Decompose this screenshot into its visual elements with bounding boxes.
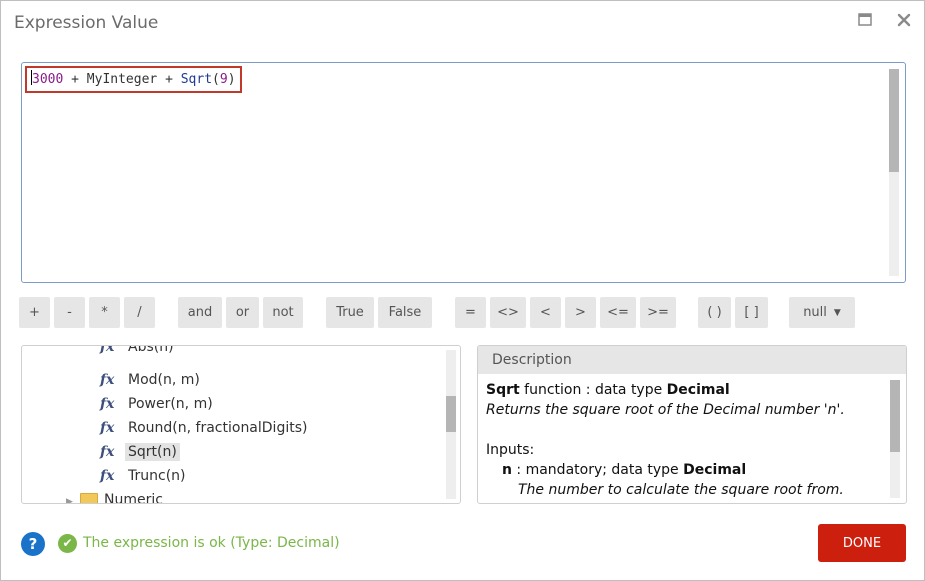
- tree-item-label: Power(n, m): [128, 396, 213, 412]
- function-icon: fx: [100, 420, 115, 436]
- tree-item-abs[interactable]: fx Abs(n): [100, 345, 177, 358]
- tree-item-sqrt[interactable]: fx Sqrt(n): [100, 441, 180, 463]
- signature-text: function : data type: [519, 382, 667, 398]
- op-and-button[interactable]: and: [178, 297, 222, 328]
- expr-token-operator: +: [63, 72, 87, 87]
- function-icon: fx: [100, 444, 115, 460]
- op-greater-button[interactable]: >: [565, 297, 596, 328]
- tree-scrollbar[interactable]: [446, 350, 456, 499]
- description-body: Sqrt function : data type Decimal Return…: [486, 380, 886, 500]
- op-brackets-button[interactable]: [ ]: [735, 297, 768, 328]
- description-inputs-label: Inputs:: [486, 442, 535, 458]
- tree-item-label: Abs(n): [128, 345, 174, 355]
- expr-token-operator: +: [157, 72, 181, 87]
- tree-scrollbar-thumb[interactable]: [446, 396, 456, 432]
- tree-item-label: Sqrt(n): [125, 443, 180, 461]
- operator-toolbar: + - * / and or not True False = <> < > <…: [1, 297, 925, 329]
- description-param-desc: The number to calculate the square root …: [486, 480, 886, 500]
- op-true-button[interactable]: True: [326, 297, 374, 328]
- function-icon: fx: [100, 396, 115, 412]
- null-dropdown[interactable]: null ▼: [789, 297, 855, 328]
- chevron-down-icon: ▼: [833, 308, 841, 318]
- description-param: n : mandatory; data type Decimal: [486, 460, 886, 480]
- op-greater-equal-button[interactable]: >=: [640, 297, 676, 328]
- expr-token-function: Sqrt: [180, 72, 213, 87]
- expr-token-number: 3000: [32, 72, 64, 87]
- op-not-button[interactable]: not: [263, 297, 303, 328]
- function-icon: fx: [100, 372, 115, 388]
- op-or-button[interactable]: or: [226, 297, 259, 328]
- function-tree: fx Abs(n) fx Mod(n, m) fx Power(n, m) fx Rou…: [21, 345, 461, 504]
- tree-item-round[interactable]: fx Round(n, fractionalDigits): [100, 417, 310, 439]
- editor-scrollbar[interactable]: [889, 69, 899, 276]
- expression-value-dialog: Expression Value 3000 + MyInteger + Sqrt…: [0, 0, 925, 581]
- function-name: Sqrt: [486, 382, 520, 398]
- function-type: Decimal: [666, 382, 730, 398]
- expression-text[interactable]: 3000 + MyInteger + Sqrt(9): [25, 66, 242, 93]
- op-false-button[interactable]: False: [378, 297, 432, 328]
- close-icon[interactable]: [895, 11, 913, 29]
- param-text: : mandatory; data type: [511, 462, 684, 478]
- check-circle-icon: ✔: [58, 534, 77, 553]
- tree-folder-label: Numeric: [104, 492, 163, 504]
- tree-folder-numeric[interactable]: ▶ Numeric: [66, 489, 163, 504]
- op-less-equal-button[interactable]: <=: [600, 297, 636, 328]
- status-message: The expression is ok (Type: Decimal): [83, 535, 340, 551]
- tree-item-label: Trunc(n): [128, 468, 186, 484]
- tree-item-trunc[interactable]: fx Trunc(n): [100, 465, 189, 487]
- description-signature: Sqrt function : data type Decimal: [486, 380, 886, 400]
- param-type: Decimal: [683, 462, 747, 478]
- op-multiply-button[interactable]: *: [89, 297, 120, 328]
- tree-item-mod[interactable]: fx Mod(n, m): [100, 369, 203, 391]
- function-icon: fx: [100, 468, 115, 484]
- op-less-button[interactable]: <: [530, 297, 561, 328]
- function-icon: fx: [100, 345, 115, 355]
- expr-token-paren: ): [227, 72, 236, 87]
- op-equal-button[interactable]: =: [455, 297, 486, 328]
- description-panel: Description Sqrt function : data type De…: [477, 345, 907, 504]
- tree-item-label: Mod(n, m): [128, 372, 200, 388]
- editor-scrollbar-thumb[interactable]: [889, 69, 899, 172]
- expr-token-paren: (: [212, 72, 220, 87]
- maximize-icon[interactable]: [856, 11, 874, 29]
- dialog-title: Expression Value: [14, 13, 159, 33]
- expand-arrow-icon[interactable]: ▶: [66, 491, 76, 503]
- description-header: Description: [478, 346, 906, 374]
- expr-token-number: 9: [219, 72, 228, 87]
- description-scrollbar-thumb[interactable]: [890, 380, 900, 452]
- expression-editor[interactable]: 3000 + MyInteger + Sqrt(9): [21, 62, 906, 283]
- tree-item-power[interactable]: fx Power(n, m): [100, 393, 216, 415]
- op-parentheses-button[interactable]: ( ): [698, 297, 731, 328]
- tree-item-label: Round(n, fractionalDigits): [128, 420, 308, 436]
- done-button[interactable]: DONE: [818, 524, 906, 562]
- folder-icon: [80, 493, 98, 503]
- description-summary: Returns the square root of the Decimal n…: [486, 400, 886, 420]
- null-dropdown-label: null: [803, 305, 827, 320]
- op-not-equal-button[interactable]: <>: [490, 297, 526, 328]
- param-name: n: [502, 462, 512, 478]
- op-divide-button[interactable]: /: [124, 297, 155, 328]
- description-scrollbar[interactable]: [890, 380, 900, 498]
- op-plus-button[interactable]: +: [19, 297, 50, 328]
- help-icon[interactable]: ?: [21, 532, 45, 556]
- param-desc-text: The number to calculate the square root …: [518, 482, 844, 498]
- summary-text: Returns the square root of the Decimal n…: [486, 402, 845, 418]
- expr-token-identifier: MyInteger: [86, 72, 158, 87]
- op-minus-button[interactable]: -: [54, 297, 85, 328]
